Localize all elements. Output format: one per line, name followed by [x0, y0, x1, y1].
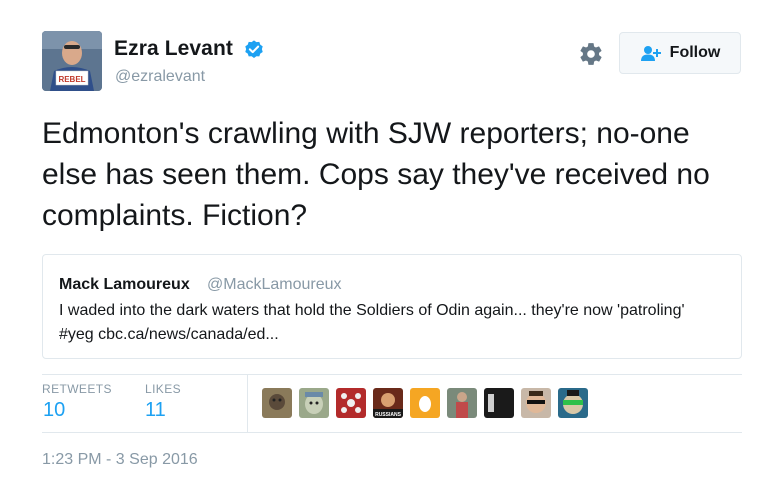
tweet-text: Edmonton's crawling with SJW reporters; …	[42, 117, 710, 232]
liker-avatar[interactable]	[521, 388, 551, 418]
avatar-sunglasses-man-icon	[521, 388, 551, 418]
author-name[interactable]: Ezra Levant	[114, 37, 233, 61]
avatar-dark-photo-icon	[484, 388, 514, 418]
author-handle[interactable]: @ezralevant	[115, 68, 205, 86]
stats-vertical-divider	[247, 375, 248, 432]
quoted-author-handle: @MackLamoureux	[207, 276, 342, 293]
quoted-tweet[interactable]: Mack Lamoureux @MackLamoureux I waded in…	[42, 254, 742, 359]
verified-badge-icon	[245, 40, 263, 58]
liker-avatar[interactable]	[299, 388, 329, 418]
retweets-count[interactable]: 10	[43, 399, 65, 422]
stats-top-divider	[42, 374, 742, 375]
avatar-image: REBEL	[42, 31, 102, 91]
quoted-author-name: Mack Lamoureux	[59, 276, 190, 293]
likes-count[interactable]: 11	[145, 399, 166, 422]
quoted-tweet-text: I waded into the dark waters that hold t…	[59, 302, 685, 343]
liker-avatar[interactable]	[558, 388, 588, 418]
avatar-cartoon-face-icon	[299, 388, 329, 418]
avatar-animal-photo-icon	[262, 388, 292, 418]
stats-bottom-divider	[42, 432, 742, 433]
follow-button[interactable]: Follow	[619, 32, 741, 74]
liker-avatar[interactable]	[484, 388, 514, 418]
liker-avatar[interactable]	[447, 388, 477, 418]
follow-button-label: Follow	[669, 44, 721, 61]
add-user-icon	[640, 46, 661, 61]
liker-avatar[interactable]	[410, 388, 440, 418]
avatar-red-pattern-icon	[336, 388, 366, 418]
tweet-container: REBEL Ezra Levant @ezralevant Follow Edm…	[0, 0, 784, 480]
likes-label: LIKES	[145, 382, 182, 396]
author-avatar[interactable]: REBEL	[42, 31, 102, 91]
avatar-green-sunglasses-icon	[558, 388, 588, 418]
tweet-timestamp[interactable]: 1:23 PM - 3 Sep 2016	[42, 451, 198, 469]
liker-avatar[interactable]: RUSSIANS	[373, 388, 403, 418]
avatar-egg-icon	[410, 388, 440, 418]
liker-avatar[interactable]	[262, 388, 292, 418]
avatar-sign-text: REBEL	[58, 75, 85, 84]
avatar-russians-icon: RUSSIANS	[373, 388, 403, 418]
liker-badge-text: RUSSIANS	[375, 412, 402, 418]
avatar-figure-photo-icon	[447, 388, 477, 418]
liker-avatar[interactable]	[336, 388, 366, 418]
retweets-label: RETWEETS	[42, 382, 112, 396]
gear-icon[interactable]	[578, 41, 604, 67]
